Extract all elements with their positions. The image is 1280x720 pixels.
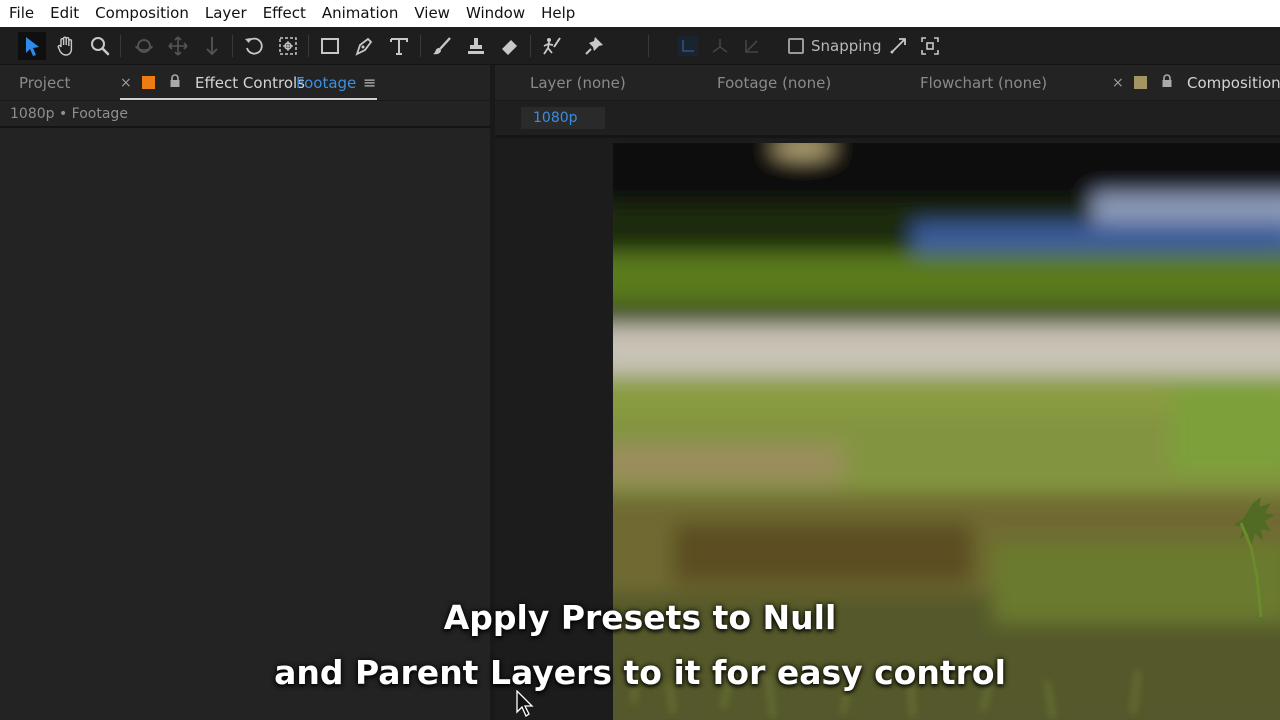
tab-flowchart[interactable]: Flowchart (none)	[920, 65, 1047, 101]
toolbar-separator	[648, 35, 649, 57]
menu-effect[interactable]: Effect	[263, 0, 306, 27]
brush-tool-icon[interactable]	[428, 32, 456, 60]
close-icon[interactable]: ×	[120, 65, 132, 101]
tab-footage[interactable]: Footage (none)	[717, 65, 831, 101]
toolbar: Snapping	[0, 27, 1280, 65]
puppet-pin-icon[interactable]	[580, 32, 608, 60]
tab-flowchart-label: Flowchart	[920, 74, 994, 92]
eraser-tool-icon[interactable]	[496, 32, 524, 60]
composition-name-badge[interactable]: 1080p	[521, 107, 605, 129]
orbit-camera-icon[interactable]	[130, 32, 158, 60]
tab-footage-value: (none)	[782, 74, 832, 92]
tab-layer[interactable]: Layer (none)	[530, 65, 626, 101]
lock-icon[interactable]	[1161, 74, 1173, 89]
menu-bar: File Edit Composition Layer Effect Anima…	[0, 0, 1280, 27]
roto-brush-icon[interactable]	[538, 32, 566, 60]
effect-controls-subheader: 1080p • Footage	[0, 101, 490, 128]
tab-layer-value: (none)	[576, 74, 626, 92]
menu-help[interactable]: Help	[541, 0, 575, 27]
tab-project[interactable]: Project	[19, 65, 70, 101]
tab-effect-controls[interactable]: Effect Controls	[195, 65, 305, 101]
menu-window[interactable]: Window	[466, 0, 525, 27]
rotation-tool-icon[interactable]	[240, 32, 268, 60]
zoom-tool-icon[interactable]	[86, 32, 114, 60]
panel-menu-icon[interactable]: ≡	[363, 65, 376, 101]
mouse-cursor-icon	[516, 689, 534, 718]
pan-camera-icon[interactable]	[164, 32, 192, 60]
menu-edit[interactable]: Edit	[50, 0, 79, 27]
world-axis-mode-icon[interactable]	[706, 32, 734, 60]
right-panel-tab-bar: Layer (none) Footage (none) Flowchart (n…	[495, 65, 1280, 101]
snapping-toggle[interactable]: Snapping	[788, 37, 881, 55]
toolbar-separator	[420, 35, 421, 57]
pen-tool-icon[interactable]	[350, 32, 378, 60]
snap-extend-icon[interactable]	[884, 32, 912, 60]
tab-footage-label: Footage	[717, 74, 778, 92]
caption-line-1: Apply Presets to Null	[443, 598, 837, 637]
view-axis-mode-icon[interactable]	[738, 32, 766, 60]
label-color-swatch	[1134, 76, 1147, 89]
tab-composition-label: Composition	[1187, 74, 1280, 92]
snapping-label: Snapping	[811, 37, 882, 55]
tab-composition[interactable]: Composition 1	[1187, 65, 1280, 101]
local-axis-mode-icon[interactable]	[674, 32, 702, 60]
tab-flowchart-value: (none)	[998, 74, 1048, 92]
left-panel-tab-bar: Project × Effect Controls Footage ≡	[0, 65, 490, 101]
toolbar-separator	[232, 35, 233, 57]
menu-layer[interactable]: Layer	[205, 0, 247, 27]
caption-line-2: and Parent Layers to it for easy control	[274, 653, 1006, 692]
snap-features-icon[interactable]	[916, 32, 944, 60]
menu-view[interactable]: View	[414, 0, 450, 27]
effect-controls-target: Footage	[296, 74, 357, 92]
toolbar-separator	[308, 35, 309, 57]
active-tab-indicator	[120, 98, 377, 100]
lock-icon[interactable]	[169, 74, 181, 89]
menu-animation[interactable]: Animation	[322, 0, 398, 27]
toolbar-separator	[120, 35, 121, 57]
close-icon[interactable]: ×	[1112, 65, 1124, 101]
tab-layer-label: Layer	[530, 74, 572, 92]
caption-overlay: Apply Presets to Null and Parent Layers …	[0, 590, 1280, 700]
snapping-checkbox[interactable]	[788, 38, 804, 54]
selection-tool-icon[interactable]	[18, 32, 46, 60]
menu-file[interactable]: File	[9, 0, 34, 27]
clone-stamp-icon[interactable]	[462, 32, 490, 60]
hand-tool-icon[interactable]	[52, 32, 80, 60]
anchor-point-icon[interactable]	[274, 32, 302, 60]
rectangle-tool-icon[interactable]	[316, 32, 344, 60]
toolbar-separator	[530, 35, 531, 57]
menu-composition[interactable]: Composition	[95, 0, 189, 27]
type-tool-icon[interactable]	[385, 32, 413, 60]
viewer-subheader: 1080p	[495, 101, 1280, 135]
label-color-swatch	[142, 76, 155, 89]
dolly-camera-icon[interactable]	[198, 32, 226, 60]
